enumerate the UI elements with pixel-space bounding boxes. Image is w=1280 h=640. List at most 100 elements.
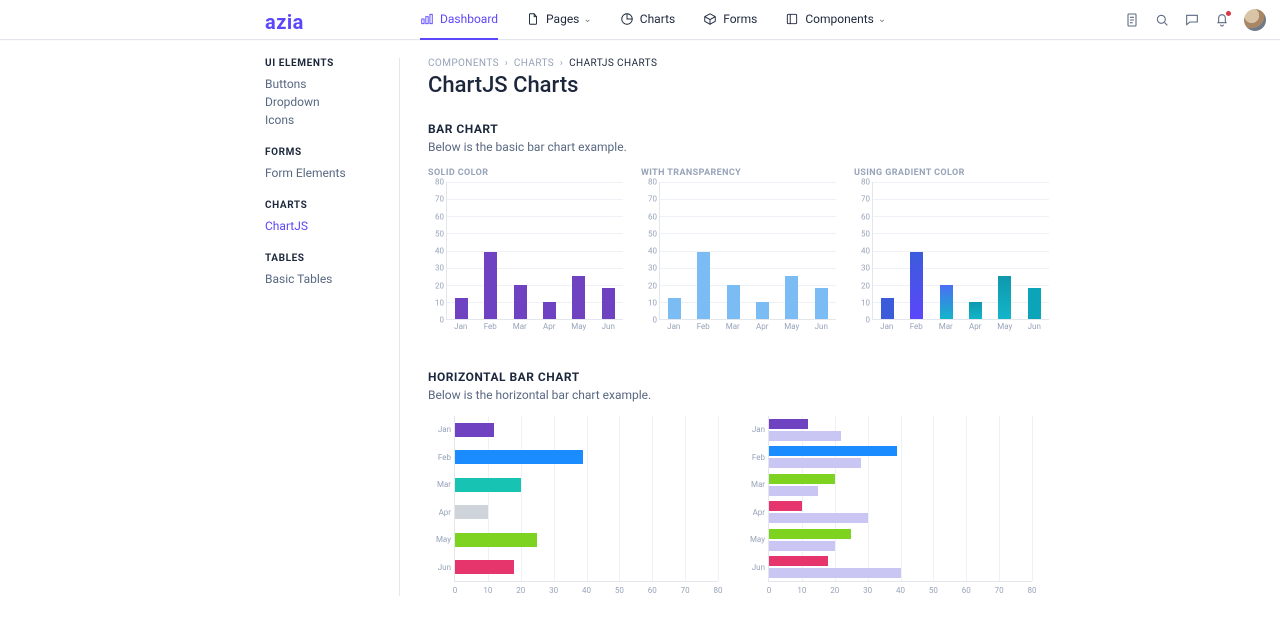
- x-tick-label: Jan: [872, 322, 902, 334]
- x-tick-label: 20: [516, 586, 525, 595]
- bar[interactable]: [455, 533, 537, 547]
- nav-label: Pages: [546, 12, 579, 26]
- sidebar-item-chartjs[interactable]: ChartJS: [265, 217, 379, 235]
- bar[interactable]: [455, 560, 514, 574]
- y-tick-label: 30: [435, 264, 444, 273]
- bar[interactable]: [769, 501, 802, 511]
- bar[interactable]: [769, 458, 861, 468]
- bar[interactable]: [455, 478, 521, 492]
- content: COMPONENTS › CHARTS › CHARTJS CHARTS Cha…: [400, 58, 1240, 596]
- bar[interactable]: [910, 252, 923, 319]
- avatar[interactable]: [1244, 9, 1266, 31]
- section-desc-bar: Below is the basic bar chart example.: [428, 140, 1240, 154]
- bar[interactable]: [484, 252, 497, 319]
- hbar-chart-grouped: 01020304050607080JanFebMarAprMayJun: [742, 416, 1032, 596]
- x-tick-label: May: [777, 322, 807, 334]
- crumb[interactable]: CHARTS: [514, 58, 554, 69]
- bar[interactable]: [455, 450, 583, 464]
- bar[interactable]: [668, 298, 681, 319]
- bar[interactable]: [785, 276, 798, 319]
- chart-heading: WITH TRANSPARENCY: [641, 168, 836, 178]
- bar[interactable]: [1028, 288, 1041, 319]
- bar[interactable]: [572, 276, 585, 319]
- y-tick-label: 40: [861, 247, 870, 256]
- x-tick-label: Apr: [961, 322, 991, 334]
- y-tick-label: Jun: [429, 563, 451, 572]
- y-tick-label: May: [429, 535, 451, 544]
- dashboard-icon: [420, 12, 434, 26]
- bar[interactable]: [769, 556, 828, 566]
- sidebar-item-buttons[interactable]: Buttons: [265, 75, 379, 93]
- nav-dashboard[interactable]: Dashboard: [420, 0, 498, 40]
- bar[interactable]: [815, 288, 828, 319]
- y-tick-label: 50: [861, 229, 870, 238]
- bar[interactable]: [769, 474, 835, 484]
- bar[interactable]: [756, 302, 769, 319]
- y-tick-label: 10: [435, 298, 444, 307]
- bar[interactable]: [455, 505, 488, 519]
- y-tick-label: 40: [435, 247, 444, 256]
- bar[interactable]: [769, 541, 835, 551]
- bar[interactable]: [881, 298, 894, 319]
- hbar-chart-single: 01020304050607080JanFebMarAprMayJun: [428, 416, 718, 596]
- bar[interactable]: [697, 252, 710, 319]
- x-tick-label: 40: [582, 586, 591, 595]
- bar[interactable]: [769, 568, 901, 578]
- hbar-charts-row: 01020304050607080JanFebMarAprMayJun 0 10 2…: [428, 416, 1240, 596]
- y-tick-label: 30: [648, 264, 657, 273]
- bar[interactable]: [602, 288, 615, 319]
- x-tick-label: 60: [962, 586, 971, 595]
- x-tick-label: 0: [453, 586, 458, 595]
- bar[interactable]: [769, 419, 808, 429]
- bar-chart-gradient: USING GRADIENT COLOR 01020304050607080Ja…: [854, 168, 1049, 334]
- sidebar-item-dropdown[interactable]: Dropdown: [265, 93, 379, 111]
- page-title: ChartJS Charts: [428, 73, 1240, 98]
- y-tick-label: 10: [861, 298, 870, 307]
- x-tick-label: Feb: [476, 322, 506, 334]
- y-tick-label: 60: [435, 212, 444, 221]
- bar[interactable]: [969, 302, 982, 319]
- bell-icon[interactable]: [1214, 12, 1230, 28]
- section-title-hbar: HORIZONTAL BAR CHART: [428, 370, 1240, 384]
- nav-pages[interactable]: Pages ⌄: [526, 0, 592, 40]
- chat-icon[interactable]: [1184, 12, 1200, 28]
- nav-forms[interactable]: Forms: [703, 0, 757, 40]
- document-icon[interactable]: [1124, 12, 1140, 28]
- y-tick-label: Mar: [743, 480, 765, 489]
- bar[interactable]: [769, 431, 841, 441]
- search-icon[interactable]: [1154, 12, 1170, 28]
- y-tick-label: Jan: [743, 425, 765, 434]
- package-icon: [703, 12, 717, 26]
- bar[interactable]: [727, 285, 740, 319]
- sidebar-item-form-elements[interactable]: Form Elements: [265, 164, 379, 182]
- bar[interactable]: [543, 302, 556, 319]
- x-tick-label: 10: [797, 586, 806, 595]
- x-tick-label: May: [990, 322, 1020, 334]
- bar[interactable]: [514, 285, 527, 319]
- nav-charts[interactable]: Charts: [620, 0, 675, 40]
- sidebar-item-basic-tables[interactable]: Basic Tables: [265, 270, 379, 288]
- bar[interactable]: [940, 285, 953, 319]
- nav-components[interactable]: Components ⌄: [785, 0, 886, 40]
- y-tick-label: 20: [435, 281, 444, 290]
- bar[interactable]: [769, 513, 868, 523]
- y-tick-label: 80: [648, 178, 657, 187]
- sidebar-heading: TABLES: [265, 253, 379, 264]
- x-tick-label: 30: [863, 586, 872, 595]
- page-body: UI ELEMENTSButtonsDropdownIconsFORMSForm…: [0, 40, 1280, 596]
- bar[interactable]: [998, 276, 1011, 319]
- brand-logo[interactable]: azia: [265, 10, 304, 34]
- x-tick-label: 80: [714, 586, 723, 595]
- x-tick-label: 10: [483, 586, 492, 595]
- bar[interactable]: [769, 446, 897, 456]
- x-tick-label: 60: [648, 586, 657, 595]
- crumb[interactable]: COMPONENTS: [428, 58, 499, 69]
- bar[interactable]: [455, 298, 468, 319]
- sidebar-item-icons[interactable]: Icons: [265, 111, 379, 129]
- x-tick-label: 30: [549, 586, 558, 595]
- x-tick-label: Jun: [1020, 322, 1050, 334]
- bar[interactable]: [455, 423, 494, 437]
- file-icon: [526, 12, 540, 26]
- bar[interactable]: [769, 486, 818, 496]
- bar[interactable]: [769, 529, 851, 539]
